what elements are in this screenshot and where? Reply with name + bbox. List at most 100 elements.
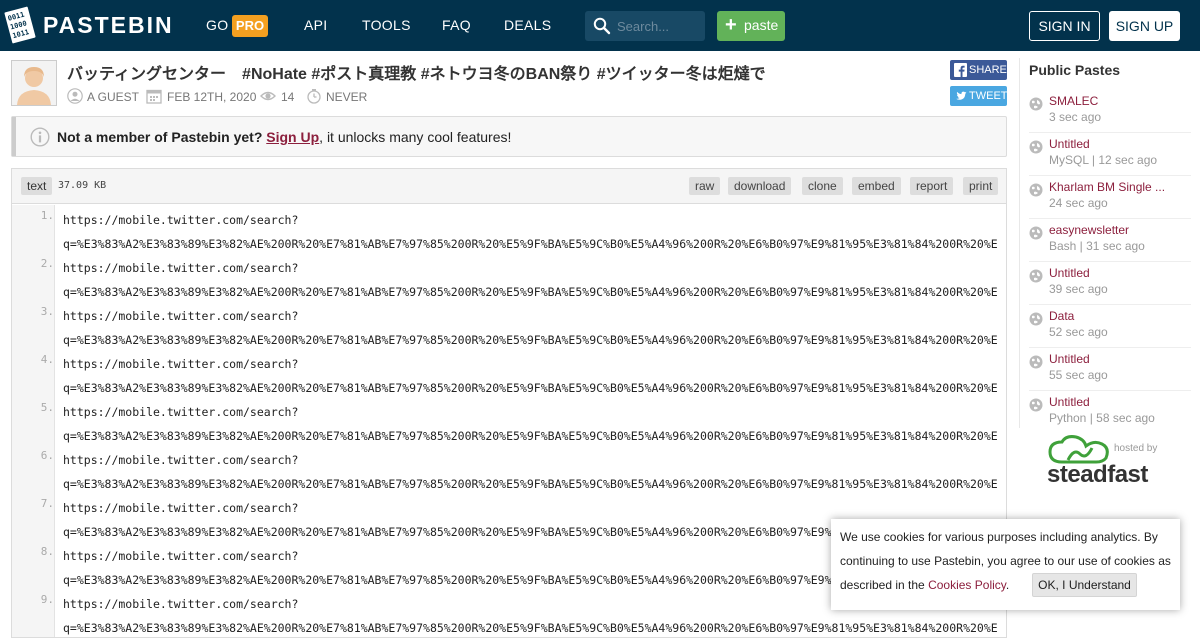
info-icon [30, 127, 50, 147]
logo-text[interactable]: PASTEBIN [43, 12, 174, 39]
globe-icon [1029, 355, 1043, 369]
paste-title: バッティングセンター #NoHate #ポスト真理教 #ネトウヨ冬のBAN祭り … [67, 66, 766, 83]
code-line: 4. https://mobile.twitter.com/search? q=… [12, 348, 1006, 396]
notice-signup-link[interactable]: Sign Up [266, 129, 319, 145]
paste-meta: Python | 58 sec ago [1049, 411, 1155, 425]
share-label: SHARE [969, 64, 1007, 76]
nav-deals[interactable]: DEALS [504, 17, 551, 33]
public-paste-item[interactable]: Untitled Python | 58 sec ago [1029, 391, 1191, 434]
line-number: 5. [40, 401, 54, 414]
notice-accent-bar [12, 117, 16, 156]
public-paste-item[interactable]: SMALEC 3 sec ago [1029, 90, 1191, 133]
sidebar-divider [1019, 58, 1020, 428]
eye-icon [260, 91, 276, 101]
calendar-icon [146, 89, 162, 104]
paste-link[interactable]: easynewsletter [1049, 223, 1129, 237]
line-number: 3. [40, 305, 54, 318]
public-paste-item[interactable]: Data 52 sec ago [1029, 305, 1191, 348]
notice-suffix: , it unlocks many cool features! [319, 129, 512, 145]
line-number: 6. [40, 449, 54, 462]
globe-icon [1029, 140, 1043, 154]
paste-author[interactable]: A GUEST [87, 88, 139, 106]
cookies-policy-link[interactable]: Cookies Policy [928, 578, 1006, 592]
paste-meta: 52 sec ago [1049, 325, 1108, 339]
paste-link[interactable]: Untitled [1049, 395, 1090, 409]
line-number: 4. [40, 353, 54, 366]
sign-up-button[interactable]: SIGN UP [1109, 11, 1180, 41]
embed-button[interactable]: embed [852, 177, 901, 195]
paste-expiry: NEVER [326, 90, 368, 104]
paste-meta: 39 sec ago [1049, 282, 1108, 296]
language-badge[interactable]: text [21, 177, 53, 195]
pastebin-logo-icon[interactable]: 0011 1000 1011 [3, 5, 37, 45]
cookie-accept-button[interactable]: OK, I Understand [1032, 573, 1137, 597]
nav-faq[interactable]: FAQ [442, 17, 471, 33]
paste-link[interactable]: Untitled [1049, 137, 1090, 151]
paste-link[interactable]: SMALEC [1049, 94, 1098, 108]
clone-button[interactable]: clone [802, 177, 843, 195]
line-number: 8. [40, 545, 54, 558]
search-icon[interactable] [593, 17, 611, 35]
new-paste-button[interactable]: + paste [717, 11, 785, 41]
line-text: https://mobile.twitter.com/search? q=%E3… [63, 405, 998, 443]
globe-icon [1029, 269, 1043, 283]
code-line: 6. https://mobile.twitter.com/search? q=… [12, 444, 1006, 492]
tweet-button[interactable]: TWEET [950, 86, 1008, 106]
nav-tools[interactable]: TOOLS [362, 17, 411, 33]
search-box [585, 11, 705, 41]
signup-notice: Not a member of Pastebin yet? Sign Up, i… [11, 116, 1007, 157]
line-text: https://mobile.twitter.com/search? q=%E3… [63, 261, 998, 299]
steadfast-logo-text[interactable]: steadfast [1047, 461, 1148, 489]
public-paste-item[interactable]: Kharlam BM Single ... 24 sec ago [1029, 176, 1191, 219]
expire-clock-icon [307, 89, 321, 104]
paste-date: FEB 12TH, 2020 [167, 90, 257, 104]
public-paste-item[interactable]: Untitled 55 sec ago [1029, 348, 1191, 391]
sign-in-button[interactable]: SIGN IN [1029, 11, 1100, 41]
raw-button[interactable]: raw [689, 177, 721, 195]
code-line: 2. https://mobile.twitter.com/search? q=… [12, 252, 1006, 300]
twitter-bird-icon [956, 91, 967, 100]
globe-icon [1029, 183, 1043, 197]
public-pastes-title: Public Pastes [1029, 62, 1121, 78]
line-number: 7. [40, 497, 54, 510]
paste-meta: MySQL | 12 sec ago [1049, 153, 1158, 167]
cookie-period: . [1005, 578, 1010, 592]
nav-go[interactable]: GO [206, 17, 228, 33]
code-toolbar: text 37.09 KB raw download clone embed r… [12, 169, 1006, 204]
print-button[interactable]: print [963, 177, 999, 195]
guest-avatar [11, 60, 57, 106]
globe-icon [1029, 226, 1043, 240]
paste-meta: 24 sec ago [1049, 196, 1108, 210]
paste-link[interactable]: Kharlam BM Single ... [1049, 180, 1165, 194]
cookie-banner: We use cookies for various purposes incl… [831, 519, 1180, 610]
code-line: 3. https://mobile.twitter.com/search? q=… [12, 300, 1006, 348]
line-text: https://mobile.twitter.com/search? q=%E3… [63, 213, 998, 251]
paste-button-label: paste [744, 17, 779, 33]
public-paste-item[interactable]: easynewsletter Bash | 31 sec ago [1029, 219, 1191, 262]
paste-meta: 55 sec ago [1049, 368, 1108, 382]
paste-meta: 3 sec ago [1049, 110, 1102, 124]
paste-link[interactable]: Untitled [1049, 352, 1090, 366]
public-paste-item[interactable]: Untitled MySQL | 12 sec ago [1029, 133, 1191, 176]
paste-meta: Bash | 31 sec ago [1049, 239, 1145, 253]
public-paste-item[interactable]: Untitled 39 sec ago [1029, 262, 1191, 305]
user-avatar-icon [12, 61, 56, 105]
user-icon [67, 88, 83, 104]
top-nav-bar: 0011 1000 1011 PASTEBIN GO PRO API TOOLS… [0, 0, 1200, 51]
nav-api[interactable]: API [304, 17, 327, 33]
paste-link[interactable]: Untitled [1049, 266, 1090, 280]
globe-icon [1029, 97, 1043, 111]
facebook-share-button[interactable]: SHARE [950, 60, 1007, 80]
line-number: 9. [40, 593, 54, 606]
globe-icon [1029, 312, 1043, 326]
download-button[interactable]: download [728, 177, 792, 195]
hosted-by-label: hosted by [1114, 443, 1158, 454]
plus-icon: + [725, 14, 737, 36]
search-input[interactable] [617, 16, 701, 36]
paste-views: 14 [281, 90, 295, 104]
paste-link[interactable]: Data [1049, 309, 1074, 323]
report-button[interactable]: report [910, 177, 954, 195]
line-text: https://mobile.twitter.com/search? q=%E3… [63, 309, 998, 347]
line-number: 1. [40, 209, 54, 222]
pro-badge[interactable]: PRO [232, 15, 268, 37]
